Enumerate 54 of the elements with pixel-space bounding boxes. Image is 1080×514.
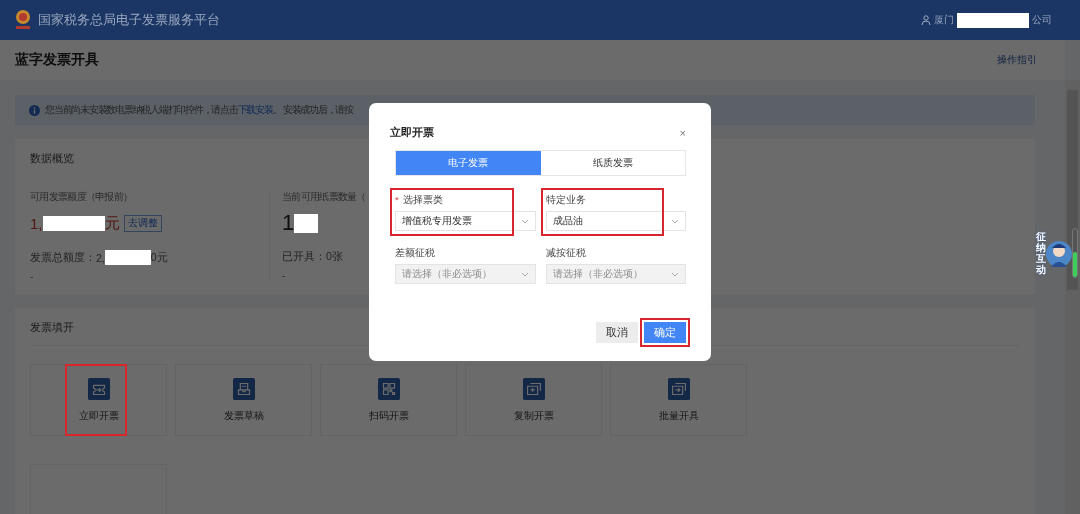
field-label: 差额征税 xyxy=(395,247,436,260)
stat-footer: - xyxy=(30,271,34,282)
chevron-down-icon xyxy=(671,218,679,224)
action-tile[interactable]: 发票草稿 xyxy=(175,364,312,436)
stat-value: 1, xyxy=(30,214,43,232)
field-label: 减按征税 xyxy=(545,247,587,260)
note-value: 0元 xyxy=(150,250,168,265)
qr-code-icon xyxy=(377,377,400,400)
redaction-block xyxy=(294,213,319,233)
dialog-title: 立即开票 xyxy=(390,125,434,140)
download-link[interactable]: 下载安装 xyxy=(237,104,273,115)
cancel-button[interactable]: 取消 xyxy=(596,322,638,343)
chevron-down-icon xyxy=(671,271,679,277)
note-label: 发票总额度： xyxy=(30,250,96,263)
redaction-block xyxy=(42,215,105,231)
guide-link[interactable]: 操作指引 xyxy=(997,53,1037,67)
adjust-link[interactable]: 去调整 xyxy=(123,214,162,232)
chevron-down-icon xyxy=(520,218,529,224)
note-label: 已开具： xyxy=(282,250,326,264)
emblem-logo-icon xyxy=(14,9,32,31)
stacked-ticket-icon xyxy=(667,377,690,400)
stat-value: 1 xyxy=(282,210,295,236)
action-tile[interactable]: 扫码开票 xyxy=(320,364,457,436)
redaction-block xyxy=(104,250,151,265)
note-value: 0张 xyxy=(326,250,343,264)
card-title: 发票填开 xyxy=(30,320,74,335)
widget-label: 征纳互动 xyxy=(1036,231,1046,275)
scrollbar[interactable] xyxy=(1065,80,1080,514)
select-field[interactable]: 增值税专用发票 xyxy=(395,211,536,231)
invoice-type-tab[interactable]: 电子发票 xyxy=(396,151,541,175)
chevron-down-icon xyxy=(520,271,529,277)
action-tile[interactable]: 立即开票 xyxy=(30,364,167,436)
close-button[interactable]: × xyxy=(679,126,686,139)
action-tile[interactable]: 批量开具 xyxy=(610,364,747,436)
note-value: 2, xyxy=(96,251,105,264)
action-tile[interactable]: 复制开票 xyxy=(465,364,602,436)
redaction-block xyxy=(957,12,1029,28)
info-icon xyxy=(29,104,40,116)
confirm-button[interactable]: 确定 xyxy=(644,322,686,343)
stat-footer: - xyxy=(282,270,286,281)
progress-gauge xyxy=(1072,228,1078,278)
field-label: * 选择票类 xyxy=(395,194,445,207)
stat-unit: 元 xyxy=(104,213,120,233)
card-title: 数据概览 xyxy=(30,151,74,166)
select-field[interactable]: 成品油 xyxy=(545,211,686,231)
copy-ticket-icon xyxy=(522,377,545,400)
user-name-suffix: 公司 xyxy=(1032,13,1052,27)
document-tray-icon xyxy=(232,377,255,400)
platform-title: 国家税务总局电子发票服务平台 xyxy=(38,11,220,29)
user-name-prefix: 厦门 xyxy=(934,13,954,27)
assistant-widget[interactable]: 征纳互动 xyxy=(1036,228,1078,278)
user-icon xyxy=(921,15,931,25)
page-title: 蓝字发票开具 xyxy=(15,51,99,69)
field-label: 特定业务 xyxy=(545,194,587,207)
